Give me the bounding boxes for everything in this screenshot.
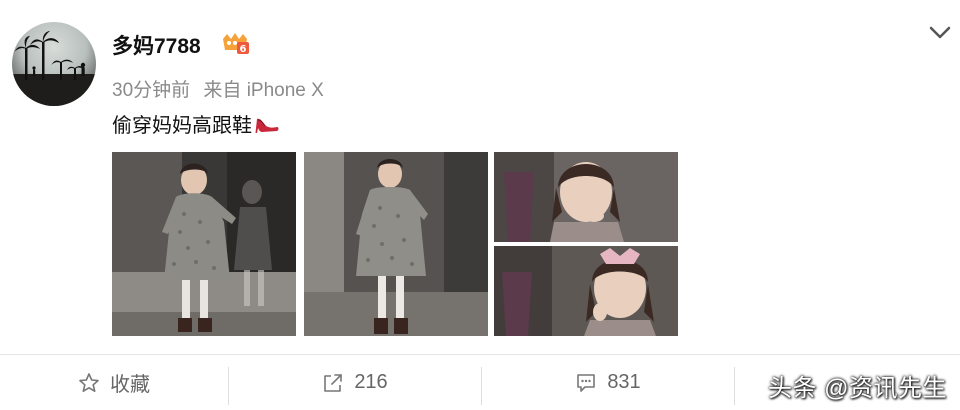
chevron-down-icon[interactable] — [927, 22, 953, 42]
comment-count: 831 — [607, 371, 641, 393]
photo-girl-in-dress-mirror[interactable] — [112, 152, 296, 336]
photo-girl-collage[interactable] — [494, 152, 678, 336]
post-source: 来自 iPhone X — [203, 80, 324, 101]
comment-button[interactable]: 831 — [482, 355, 734, 410]
weibo-post: 多妈7788 6 30分钟前 来自 iPhone X 偷穿妈妈高跟鞋 收藏 21… — [0, 0, 960, 410]
post-timestamp[interactable]: 30分钟前 — [112, 80, 190, 101]
star-icon — [79, 372, 99, 392]
share-icon — [324, 373, 343, 392]
repost-button[interactable]: 216 — [229, 355, 481, 410]
favorite-label: 收藏 — [110, 374, 150, 396]
user-avatar[interactable] — [12, 22, 96, 106]
photo-girl-in-dress-standing[interactable] — [304, 152, 488, 336]
comment-icon — [577, 373, 596, 392]
vip-badge-icon[interactable]: 6 — [220, 31, 250, 55]
high-heel-emoji-icon — [255, 118, 279, 133]
watermark: 头条 @资讯先生 — [768, 375, 948, 402]
post-meta: 30分钟前 来自 iPhone X — [112, 75, 332, 102]
favorite-button[interactable]: 收藏 — [0, 355, 228, 410]
post-content: 偷穿妈妈高跟鞋 — [112, 109, 280, 138]
avatar-silhouette-icon — [12, 31, 96, 106]
repost-count: 216 — [354, 371, 388, 393]
post-text: 偷穿妈妈高跟鞋 — [112, 115, 252, 137]
svg-text:6: 6 — [240, 44, 247, 55]
username[interactable]: 多妈7788 — [112, 30, 201, 60]
